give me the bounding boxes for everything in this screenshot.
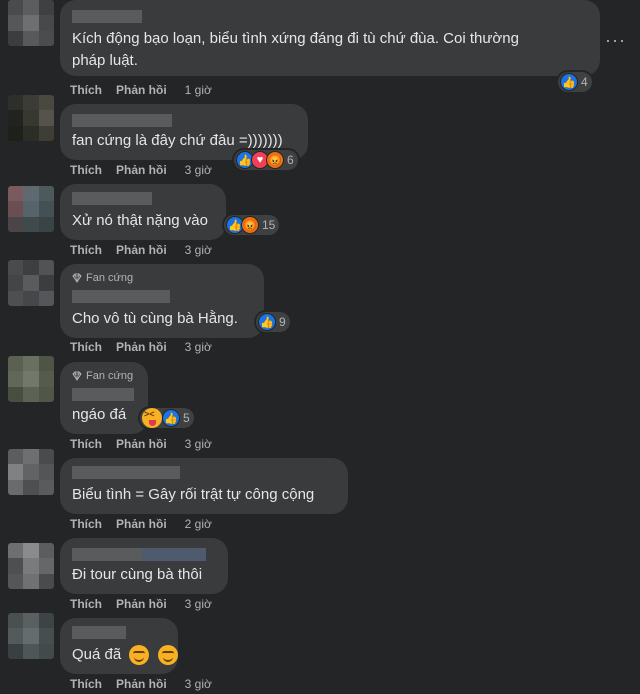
- comment-actions: Thích Phản hồi 3 giờ: [70, 340, 212, 354]
- grinning-sweat-emoji-icon: [157, 645, 178, 666]
- more-options-icon[interactable]: ···: [605, 30, 626, 51]
- comment-actions: Thích Phản hồi 3 giờ: [70, 437, 212, 451]
- diamond-icon: [72, 273, 82, 283]
- badge-label: Fan cứng: [86, 370, 134, 382]
- comment-actions: Thích Phản hồi 3 giờ: [70, 597, 212, 611]
- author-name[interactable]: [72, 290, 170, 303]
- reply-button[interactable]: Phản hồi: [116, 597, 167, 611]
- avatar[interactable]: [8, 543, 54, 589]
- reactions-summary[interactable]: 👍 😡 15: [224, 215, 280, 235]
- reply-button[interactable]: Phản hồi: [116, 677, 167, 691]
- like-reaction-icon: 👍: [162, 409, 180, 427]
- comment-text: fan cứng là đây chứ đâu =))))))): [72, 132, 283, 149]
- timestamp[interactable]: 3 giờ: [185, 597, 212, 611]
- author-name[interactable]: [72, 466, 180, 479]
- reactions-summary[interactable]: 👍 9: [256, 312, 290, 332]
- author-name-extra: [142, 548, 206, 561]
- avatar[interactable]: [8, 260, 54, 306]
- timestamp[interactable]: 3 giờ: [185, 437, 212, 451]
- grinning-sweat-emoji-icon: [129, 645, 150, 666]
- comment-text: Quá đã: [72, 644, 178, 666]
- like-button[interactable]: Thích: [70, 83, 102, 97]
- comment-bubble: Fan cứng ngáo đá: [60, 362, 148, 434]
- author-name[interactable]: [72, 626, 126, 639]
- avatar[interactable]: [8, 95, 54, 141]
- author-name[interactable]: [72, 548, 142, 561]
- author-name[interactable]: [72, 388, 134, 401]
- angry-reaction-icon: 😡: [266, 151, 284, 169]
- timestamp[interactable]: 2 giờ: [185, 517, 212, 531]
- comment-text: Xử nó thật nặng vào: [72, 212, 208, 229]
- like-button[interactable]: Thích: [70, 340, 102, 354]
- reply-button[interactable]: Phản hồi: [116, 163, 167, 177]
- comment-bubble: Đi tour cùng bà thôi: [60, 538, 228, 594]
- comment-bubble: Biểu tình = Gây rối trật tự công cộng: [60, 458, 348, 514]
- avatar[interactable]: [8, 356, 54, 402]
- reply-button[interactable]: Phản hồi: [116, 340, 167, 354]
- haha-reaction-icon: [142, 408, 162, 428]
- like-button[interactable]: Thích: [70, 163, 102, 177]
- author-name[interactable]: [72, 10, 142, 23]
- comment-actions: Thích Phản hồi 3 giờ: [70, 243, 212, 257]
- timestamp[interactable]: 3 giờ: [185, 243, 212, 257]
- comment-actions: Thích Phản hồi 1 giờ: [70, 83, 212, 97]
- like-button[interactable]: Thích: [70, 243, 102, 257]
- comment-text: Đi tour cùng bà thôi: [72, 566, 203, 583]
- reaction-count: 15: [262, 218, 276, 232]
- reply-button[interactable]: Phản hồi: [116, 437, 167, 451]
- author-name[interactable]: [72, 192, 152, 205]
- like-button[interactable]: Thích: [70, 437, 102, 451]
- reaction-count: 5: [183, 411, 190, 425]
- reactions-summary[interactable]: 👍 ♥ 😡 6: [234, 150, 298, 170]
- like-reaction-icon: 👍: [560, 73, 578, 91]
- timestamp[interactable]: 3 giờ: [185, 340, 212, 354]
- top-fan-badge[interactable]: Fan cứng: [72, 272, 133, 284]
- angry-reaction-icon: 😡: [241, 216, 259, 234]
- like-reaction-icon: 👍: [258, 313, 276, 331]
- comment-text-line2: pháp luật.: [72, 52, 138, 69]
- comment-text: ngáo đá: [72, 406, 127, 423]
- timestamp[interactable]: 3 giờ: [185, 677, 212, 691]
- comment-text: Biểu tình = Gây rối trật tự công cộng: [72, 486, 315, 503]
- comment-actions: Thích Phản hồi 3 giờ: [70, 677, 212, 691]
- comment-text-body: Quá đã: [72, 646, 122, 663]
- reply-button[interactable]: Phản hồi: [116, 243, 167, 257]
- reply-button[interactable]: Phản hồi: [116, 83, 167, 97]
- reaction-count: 6: [287, 153, 294, 167]
- comment-text: Cho vô tù cùng bà Hằng.: [72, 310, 238, 327]
- comment-bubble: Kích động bạo loạn, biểu tình xứng đáng …: [60, 0, 600, 76]
- avatar[interactable]: [8, 613, 54, 659]
- comment-bubble: Fan cứng Cho vô tù cùng bà Hằng.: [60, 264, 264, 338]
- reactions-summary[interactable]: 👍 4: [558, 72, 592, 92]
- avatar[interactable]: [8, 449, 54, 495]
- avatar[interactable]: [8, 0, 54, 46]
- comment-actions: Thích Phản hồi 3 giờ: [70, 163, 212, 177]
- avatar[interactable]: [8, 186, 54, 232]
- reply-button[interactable]: Phản hồi: [116, 517, 167, 531]
- reaction-count: 4: [581, 75, 588, 89]
- reactions-summary[interactable]: 👍 5: [140, 408, 194, 428]
- badge-label: Fan cứng: [86, 272, 134, 284]
- comment-actions: Thích Phản hồi 2 giờ: [70, 517, 212, 531]
- timestamp[interactable]: 1 giờ: [185, 83, 212, 97]
- comment-bubble: Xử nó thật nặng vào: [60, 184, 226, 240]
- comment-bubble: Quá đã: [60, 618, 178, 674]
- like-button[interactable]: Thích: [70, 597, 102, 611]
- comment-text: Kích động bạo loạn, biểu tình xứng đáng …: [72, 30, 519, 47]
- reaction-count: 9: [279, 315, 286, 329]
- top-fan-badge[interactable]: Fan cứng: [72, 370, 133, 382]
- diamond-icon: [72, 371, 82, 381]
- timestamp[interactable]: 3 giờ: [185, 163, 212, 177]
- like-button[interactable]: Thích: [70, 517, 102, 531]
- like-button[interactable]: Thích: [70, 677, 102, 691]
- author-name[interactable]: [72, 114, 172, 127]
